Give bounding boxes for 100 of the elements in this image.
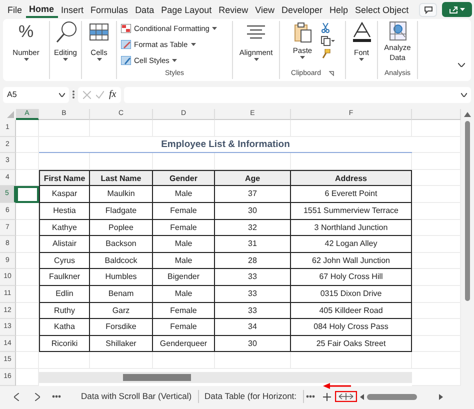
grid-cell[interactable] bbox=[16, 336, 39, 352]
sheet-tab[interactable]: Data with Scroll Bar (Vertical) bbox=[75, 390, 199, 403]
scroll-up-icon[interactable] bbox=[464, 112, 471, 117]
table-cell: 30 bbox=[215, 202, 291, 220]
grid-cell[interactable] bbox=[215, 120, 291, 137]
table-cell: 34 bbox=[215, 319, 291, 336]
grid-cell[interactable] bbox=[153, 352, 215, 369]
format-painter-icon[interactable] bbox=[321, 49, 332, 59]
split-handle-icon[interactable] bbox=[334, 391, 357, 402]
ribbon-tab[interactable]: Insert bbox=[58, 2, 88, 16]
grid-cell[interactable] bbox=[291, 352, 412, 369]
table-cell: Ricoriki bbox=[39, 336, 90, 352]
table-cell: Female bbox=[153, 202, 215, 220]
percent-icon: % bbox=[18, 21, 34, 43]
grid-cell[interactable] bbox=[16, 153, 39, 170]
insert-function-button[interactable]: fx bbox=[109, 87, 116, 102]
column-heading: First Name bbox=[39, 170, 90, 186]
table-cell: Faulkner bbox=[39, 269, 90, 286]
table-cell: Female bbox=[153, 319, 215, 336]
ribbon-tab[interactable]: Page Layout bbox=[158, 2, 216, 16]
grid-cell[interactable] bbox=[16, 220, 39, 236]
table-cell: 0315 Dixon Drive bbox=[291, 286, 412, 303]
grid-cell[interactable] bbox=[16, 286, 39, 303]
ribbon-tab[interactable]: File bbox=[4, 2, 26, 16]
grid-cell[interactable] bbox=[16, 352, 39, 369]
grid-cell[interactable] bbox=[291, 120, 412, 137]
analyze-data-icon bbox=[388, 21, 406, 41]
grid-cell[interactable] bbox=[39, 120, 90, 137]
scroll-left-icon[interactable] bbox=[360, 394, 364, 400]
comments-button[interactable] bbox=[419, 2, 438, 16]
select-all-icon[interactable] bbox=[0, 109, 16, 120]
grid-cell[interactable] bbox=[16, 120, 39, 137]
more-sheets-icon[interactable] bbox=[306, 395, 315, 398]
table-cell: Benam bbox=[90, 286, 153, 303]
grid-cell[interactable] bbox=[16, 319, 39, 336]
table-cell: 30 bbox=[215, 336, 291, 352]
table-format-icon bbox=[121, 40, 131, 50]
ribbon-tab[interactable]: Formulas bbox=[87, 2, 132, 16]
table-cell: 084 Holy Cross Pass bbox=[291, 319, 412, 336]
more-options-icon[interactable] bbox=[72, 90, 75, 99]
grid-cell[interactable] bbox=[153, 120, 215, 137]
collapse-ribbon-icon[interactable] bbox=[458, 63, 465, 67]
table-cell: Bigender bbox=[153, 269, 215, 286]
dropdown-icon[interactable] bbox=[59, 92, 65, 96]
comment-icon bbox=[424, 6, 433, 14]
grid-cell[interactable] bbox=[16, 136, 39, 154]
formula-bar-field[interactable] bbox=[124, 86, 471, 102]
ribbon-tab[interactable]: Help bbox=[326, 2, 352, 16]
expand-icon[interactable] bbox=[461, 92, 467, 96]
ribbon-tab[interactable]: View bbox=[252, 2, 278, 16]
table-cell: 3 Northland Junction bbox=[291, 220, 412, 236]
annotation-arrow bbox=[322, 383, 351, 389]
table-cell: 62 John Wall Junction bbox=[291, 252, 412, 270]
grid-cell[interactable] bbox=[90, 352, 153, 369]
grid-cell[interactable] bbox=[90, 120, 153, 137]
table-cell: Fladgate bbox=[90, 202, 153, 220]
copy-icon[interactable] bbox=[321, 36, 336, 46]
scroll-thumb[interactable] bbox=[123, 374, 191, 381]
table-cell: Male bbox=[153, 252, 215, 270]
name-box[interactable]: A5 bbox=[3, 86, 69, 102]
grid-cell[interactable] bbox=[16, 202, 39, 220]
caret-icon bbox=[300, 56, 305, 59]
share-icon bbox=[448, 6, 458, 14]
previous-sheet-icon[interactable] bbox=[14, 392, 19, 400]
ribbon-tab[interactable]: Developer bbox=[278, 2, 326, 16]
ribbon-tab[interactable]: Review bbox=[215, 2, 252, 16]
grid-cell[interactable] bbox=[16, 252, 39, 270]
grid-cell[interactable] bbox=[39, 352, 90, 369]
sheet-tab[interactable]: Data Table (for Horizont: bbox=[198, 390, 304, 403]
conditional-format-icon bbox=[121, 24, 131, 34]
horizontal-scroll-thumb[interactable] bbox=[366, 394, 417, 400]
enter-icon[interactable] bbox=[96, 90, 104, 98]
ribbon-tab[interactable]: Select Object bbox=[352, 2, 412, 16]
table-cell: Forsdike bbox=[90, 319, 153, 336]
table-cell: 25 Fair Oaks Street bbox=[291, 336, 412, 352]
grid-cell[interactable] bbox=[16, 236, 39, 253]
cut-icon[interactable] bbox=[321, 23, 330, 33]
active-cell[interactable] bbox=[16, 186, 39, 203]
table-cell: Female bbox=[153, 302, 215, 320]
share-button[interactable] bbox=[442, 2, 472, 17]
table-cell: 32 bbox=[215, 220, 291, 236]
grid-cell[interactable] bbox=[16, 269, 39, 286]
caret-icon bbox=[359, 58, 364, 61]
column-heading: Last Name bbox=[90, 170, 153, 186]
scroll-bar-control[interactable] bbox=[39, 372, 412, 382]
grid-cell[interactable] bbox=[16, 302, 39, 320]
more-sheets-icon[interactable] bbox=[52, 395, 61, 398]
grid-cell[interactable] bbox=[215, 352, 291, 369]
caret-icon bbox=[172, 59, 178, 62]
table-cell: Edlin bbox=[39, 286, 90, 303]
table-cell: 28 bbox=[215, 252, 291, 270]
dialog-launcher-icon[interactable] bbox=[328, 71, 334, 76]
table-cell: Hestia bbox=[39, 202, 90, 220]
next-sheet-icon[interactable] bbox=[35, 392, 40, 400]
scroll-right-icon[interactable] bbox=[438, 394, 443, 400]
ribbon-tab[interactable]: Data bbox=[132, 2, 158, 16]
cancel-icon[interactable] bbox=[83, 90, 91, 98]
table-cell: 33 bbox=[215, 286, 291, 303]
table-cell: Humbles bbox=[90, 269, 153, 286]
add-sheet-icon[interactable] bbox=[322, 392, 331, 400]
